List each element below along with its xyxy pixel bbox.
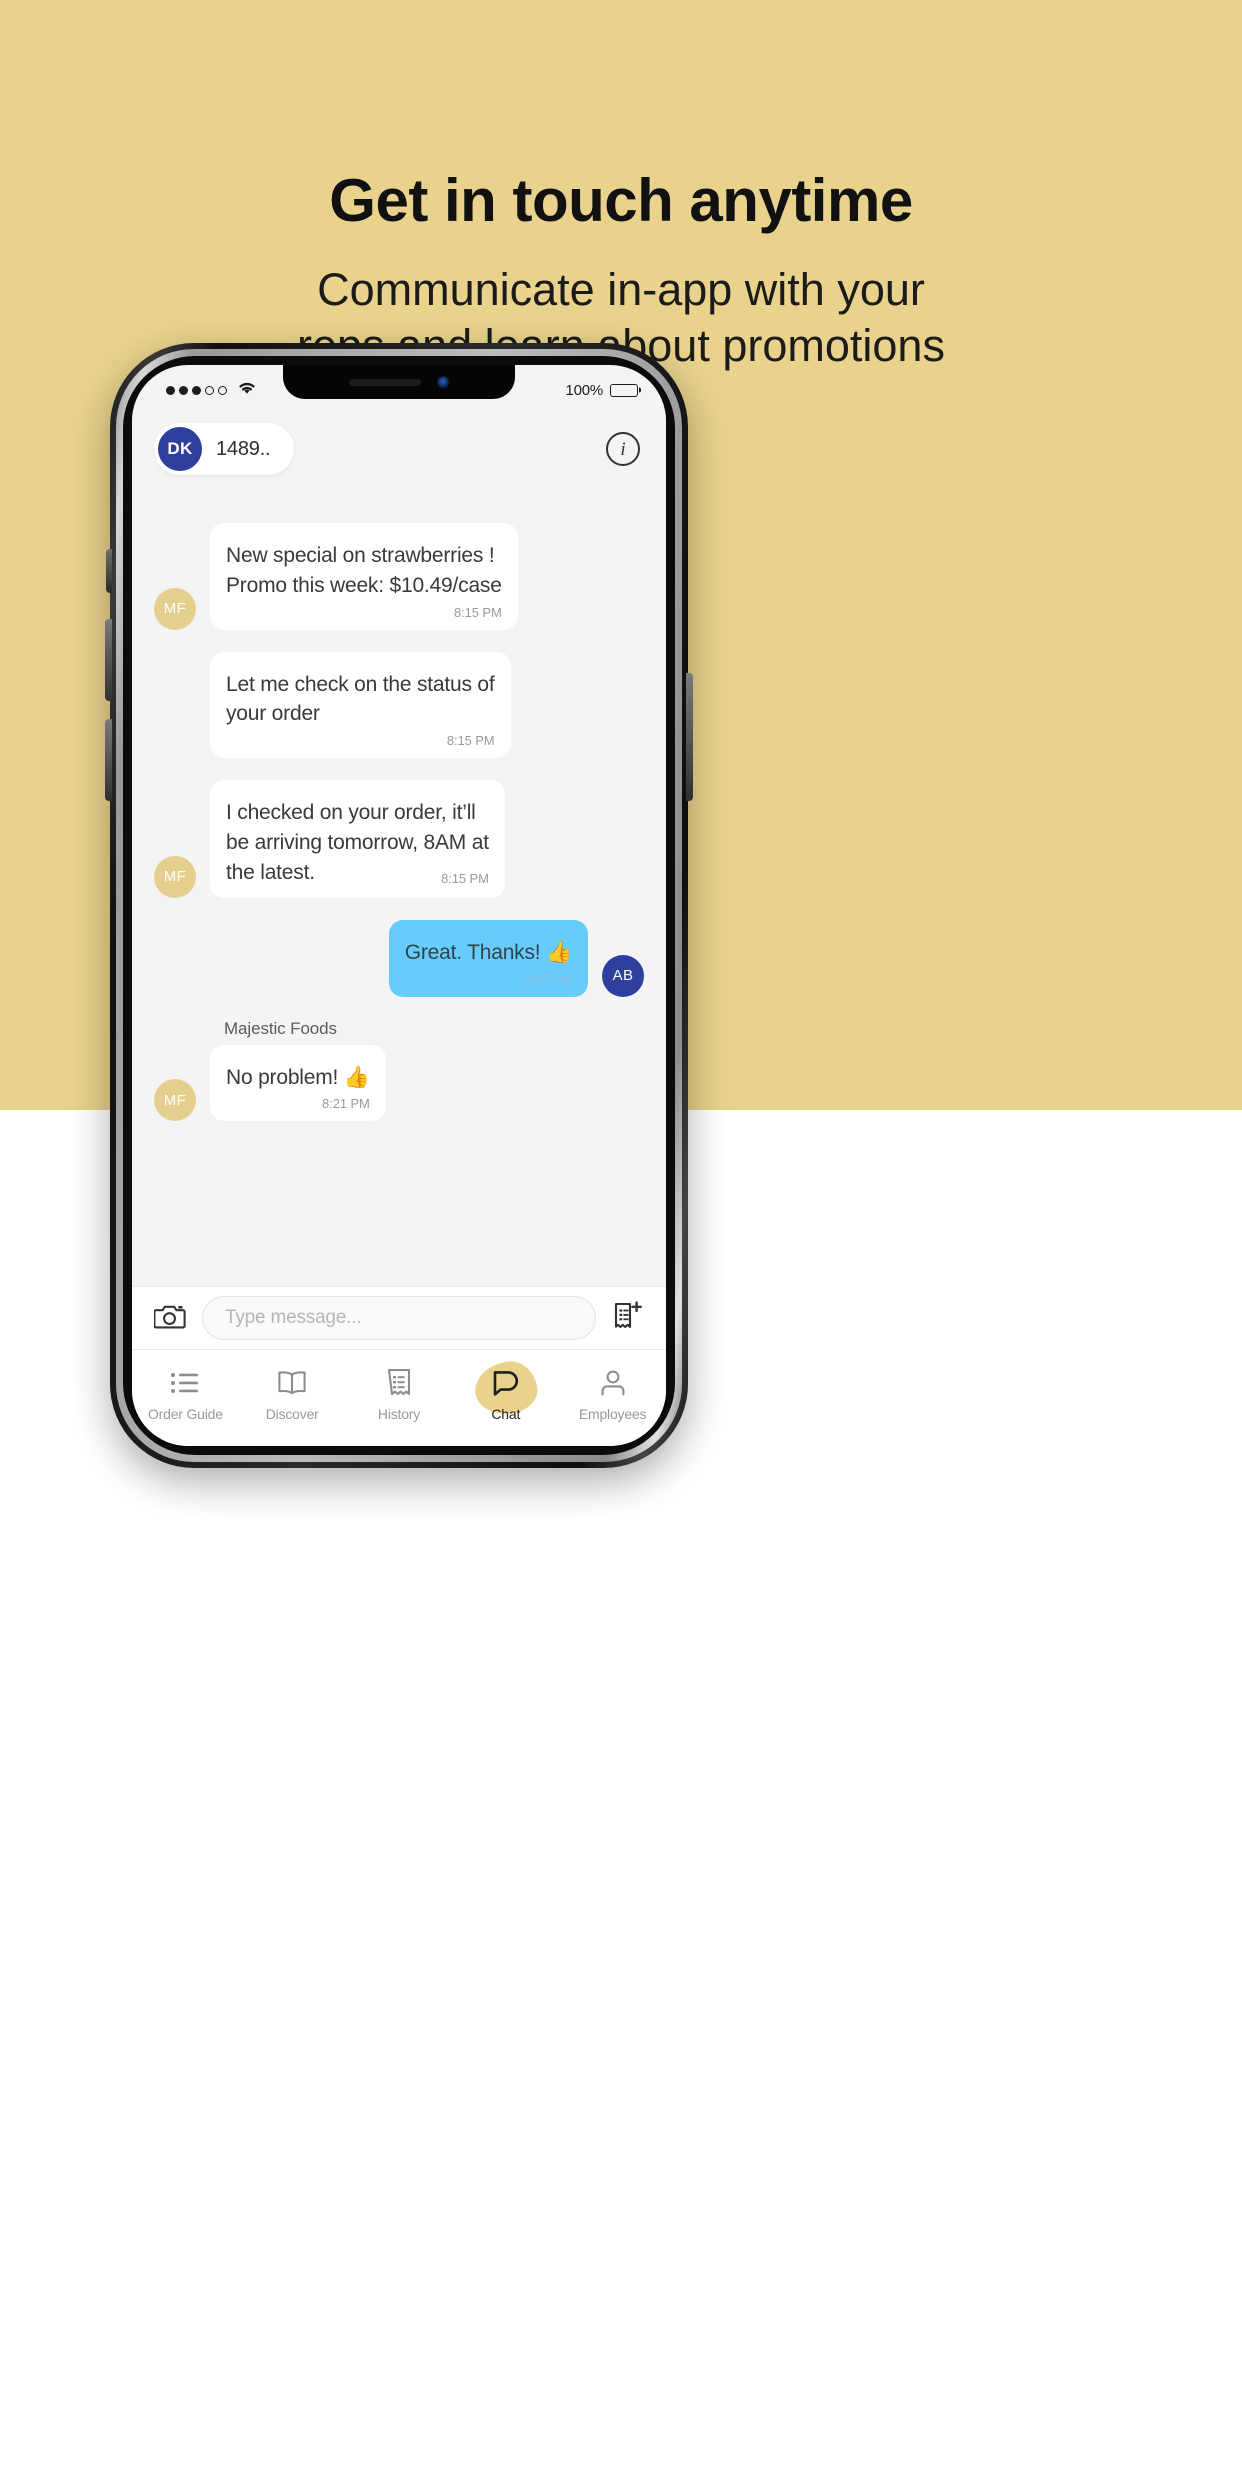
message-timestamp: 8:15 PM	[446, 733, 495, 749]
message-text: New special on strawberries ! Promo this…	[226, 544, 502, 597]
signal-dot-empty	[218, 385, 227, 395]
contact-avatar: DK	[158, 427, 202, 471]
battery-cap	[638, 387, 641, 393]
promo-title: Get in touch anytime	[329, 167, 913, 234]
tab-label: Chat	[491, 1405, 521, 1422]
signal-dot-filled	[192, 385, 201, 395]
message-bubble[interactable]: Let me check on the status of your order…	[210, 651, 511, 759]
message-timestamp: 8:15 PM	[441, 870, 489, 886]
message-row: MF New special on strawberries ! Promo th…	[154, 523, 644, 630]
message-bubble[interactable]: New special on strawberries ! Promo this…	[210, 523, 518, 630]
message-row: MF I checked on your order, it’ll be arri…	[154, 780, 644, 898]
status-bar-right: 100%	[565, 381, 641, 399]
tab-label: Employees	[578, 1405, 647, 1422]
add-order-icon[interactable]	[612, 1300, 644, 1337]
front-camera	[436, 375, 450, 389]
message-timestamp: 8:20 PM	[524, 971, 572, 987]
message-text: Let me check on the status of your order	[226, 672, 495, 726]
bottom-tab-bar: Order Guide Discover History Chat Employees	[132, 1350, 666, 1446]
chat-contact-pill[interactable]: DK 1489..	[154, 423, 295, 475]
signal-dot-filled	[166, 385, 175, 395]
volume-up-button[interactable]	[105, 619, 112, 701]
message-sender-name: Majestic Foods	[224, 1018, 337, 1038]
message-avatar: AB	[602, 954, 644, 997]
status-bar-left	[166, 380, 258, 401]
message-list[interactable]: MF New special on strawberries ! Promo th…	[132, 487, 666, 1286]
message-bubble[interactable]: Great. Thanks! 👍 8:20 PM	[388, 919, 588, 997]
message-timestamp: 8:15 PM	[454, 604, 502, 620]
message-text: No problem! 👍	[226, 1065, 370, 1089]
tab-label: Order Guide	[147, 1405, 223, 1422]
tab-label: History	[377, 1405, 421, 1422]
list-icon	[168, 1367, 202, 1399]
signal-dot-filled	[179, 385, 188, 395]
camera-icon[interactable]	[153, 1302, 186, 1335]
info-icon[interactable]: i	[606, 432, 640, 466]
wifi-icon	[236, 380, 258, 401]
phone-screen: 100% DK 1489.. i MF New special on strawb…	[132, 365, 666, 1446]
phone-notch	[283, 365, 515, 399]
message-input-bar	[132, 1286, 666, 1350]
message-avatar: MF	[154, 587, 196, 630]
message-avatar: MF	[154, 1079, 196, 1122]
tab-discover[interactable]: Discover	[239, 1367, 346, 1422]
tab-label: Discover	[265, 1405, 319, 1422]
battery-percentage: 100%	[565, 381, 603, 399]
message-avatar: MF	[154, 855, 196, 898]
phone-mockup: 100% DK 1489.. i MF New special on strawb…	[105, 343, 693, 1468]
message-row: MF No problem! 👍 8:21 PM	[154, 1044, 644, 1122]
message-input[interactable]	[202, 1296, 596, 1340]
promo-subtitle-line-1: Communicate in-app with your	[317, 264, 925, 315]
tab-order-guide[interactable]: Order Guide	[132, 1367, 239, 1422]
message-row: Let me check on the status of your order…	[154, 651, 644, 759]
message-bubble[interactable]: No problem! 👍 8:21 PM	[210, 1044, 386, 1122]
message-timestamp: 8:21 PM	[322, 1096, 370, 1112]
chat-header: DK 1489.. i	[132, 411, 666, 487]
earpiece-speaker	[348, 378, 421, 386]
tab-history[interactable]: History	[346, 1367, 453, 1422]
chat-bubble-icon	[471, 1357, 541, 1418]
message-row: Great. Thanks! 👍 8:20 PM AB	[154, 919, 644, 997]
volume-down-button[interactable]	[105, 719, 112, 801]
receipt-icon	[382, 1367, 416, 1399]
message-text: Great. Thanks! 👍	[404, 940, 572, 964]
power-button[interactable]	[686, 673, 693, 801]
mute-switch[interactable]	[106, 549, 112, 593]
person-icon	[596, 1367, 630, 1399]
signal-strength-dots	[166, 385, 227, 395]
battery-icon	[610, 383, 641, 397]
tab-employees[interactable]: Employees	[559, 1367, 666, 1422]
book-icon	[275, 1367, 309, 1399]
message-avatar	[154, 716, 196, 758]
message-bubble[interactable]: I checked on your order, it’ll be arrivi…	[210, 780, 505, 898]
tab-chat[interactable]: Chat	[452, 1357, 559, 1422]
signal-dot-empty	[205, 385, 214, 395]
contact-name: 1489..	[216, 437, 271, 460]
